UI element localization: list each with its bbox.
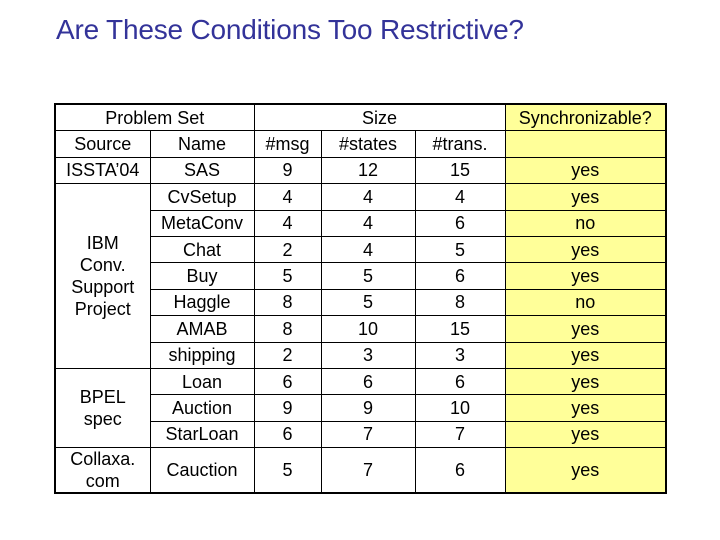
- cell-trans: 8: [414, 288, 506, 317]
- header-trans: #trans.: [414, 130, 506, 158]
- cell-msg: 4: [253, 183, 322, 211]
- header-name: Name: [149, 130, 255, 158]
- cell-synchronizable: yes: [504, 235, 667, 264]
- cell-states: 7: [320, 447, 416, 494]
- source-line: BPEL: [79, 386, 126, 407]
- cell-msg: 8: [253, 315, 322, 343]
- cell-trans: 5: [414, 235, 506, 264]
- cell-states: 6: [320, 367, 416, 396]
- cell-msg: 8: [253, 288, 322, 317]
- cell-name: Loan: [149, 367, 255, 396]
- cell-trans: 6: [414, 447, 506, 494]
- cell-states: 4: [320, 235, 416, 264]
- slide-title: Are These Conditions Too Restrictive?: [56, 14, 524, 45]
- cell-states: 5: [320, 262, 416, 290]
- cell-synchronizable: yes: [504, 367, 667, 396]
- source-line: com: [85, 471, 120, 492]
- header-source: Source: [54, 130, 151, 158]
- results-table: Problem Set Size Synchronizable? Source …: [54, 103, 667, 495]
- cell-trans: 4: [414, 183, 506, 211]
- cell-trans: 6: [414, 262, 506, 290]
- cell-name: shipping: [149, 341, 255, 369]
- cell-trans: 15: [414, 315, 506, 343]
- source-line: Conv.: [79, 255, 126, 276]
- cell-name: CvSetup: [149, 183, 255, 211]
- cell-name: Cauction: [149, 447, 255, 494]
- cell-synchronizable: yes: [504, 315, 667, 343]
- header-msg: #msg: [253, 130, 322, 158]
- cell-states: 9: [320, 394, 416, 422]
- header-problem-set: Problem Set: [54, 103, 255, 132]
- cell-trans: 6: [414, 209, 506, 237]
- cell-synchronizable: yes: [504, 341, 667, 369]
- cell-trans: 3: [414, 341, 506, 369]
- table-row: IBM Conv. Support Project CvSetup 4 4 4 yes: [54, 183, 667, 369]
- cell-source: Collaxa. com: [54, 447, 151, 494]
- source-line: Support: [71, 277, 135, 298]
- source-line: Project: [74, 299, 131, 320]
- cell-states: 10: [320, 315, 416, 343]
- cell-name: MetaConv: [149, 209, 255, 237]
- cell-synchronizable: no: [504, 288, 667, 317]
- cell-source: IBM Conv. Support Project: [54, 183, 151, 369]
- cell-name: AMAB: [149, 315, 255, 343]
- cell-synchronizable: yes: [504, 394, 667, 422]
- cell-name: Auction: [149, 394, 255, 422]
- column-header-row: Source Name #msg #states #trans.: [54, 130, 667, 158]
- header-synchronizable: Synchronizable?: [504, 103, 667, 132]
- cell-synchronizable: yes: [504, 447, 667, 494]
- cell-source: ISSTA’04: [54, 156, 151, 185]
- header-size: Size: [253, 103, 506, 132]
- cell-msg: 9: [253, 394, 322, 422]
- cell-source: BPEL spec: [54, 367, 151, 449]
- header-states: #states: [320, 130, 416, 158]
- results-table-container: Problem Set Size Synchronizable? Source …: [54, 103, 667, 495]
- cell-states: 4: [320, 183, 416, 211]
- cell-name: SAS: [149, 156, 255, 185]
- cell-msg: 4: [253, 209, 322, 237]
- table-row: Collaxa. com Cauction 5 7 6 yes: [54, 447, 667, 494]
- cell-msg: 6: [253, 420, 322, 449]
- cell-trans: 7: [414, 420, 506, 449]
- cell-msg: 2: [253, 341, 322, 369]
- cell-states: 4: [320, 209, 416, 237]
- cell-states: 12: [320, 156, 416, 185]
- cell-msg: 2: [253, 235, 322, 264]
- table-row: ISSTA’04 SAS 9 12 15 yes: [54, 156, 667, 185]
- group-header-row: Problem Set Size Synchronizable?: [54, 103, 667, 132]
- source-line: ISSTA’04: [66, 160, 140, 181]
- source-line: IBM: [86, 233, 119, 254]
- source-line: spec: [83, 408, 122, 429]
- header-sync-blank: [504, 130, 667, 158]
- cell-synchronizable: yes: [504, 183, 667, 211]
- cell-states: 5: [320, 288, 416, 317]
- cell-trans: 6: [414, 367, 506, 396]
- table-row: BPEL spec Loan 6 6 6 yes: [54, 367, 667, 449]
- cell-states: 7: [320, 420, 416, 449]
- source-line: Collaxa.: [70, 449, 136, 470]
- cell-name: StarLoan: [149, 420, 255, 449]
- cell-synchronizable: no: [504, 209, 667, 237]
- cell-msg: 6: [253, 367, 322, 396]
- cell-name: Haggle: [149, 288, 255, 317]
- cell-name: Buy: [149, 262, 255, 290]
- cell-states: 3: [320, 341, 416, 369]
- cell-msg: 9: [253, 156, 322, 185]
- cell-trans: 10: [414, 394, 506, 422]
- cell-trans: 15: [414, 156, 506, 185]
- cell-msg: 5: [253, 262, 322, 290]
- cell-synchronizable: yes: [504, 262, 667, 290]
- cell-msg: 5: [253, 447, 322, 494]
- table-body: ISSTA’04 SAS 9 12 15 yes IBM Conv. Support Projec…: [54, 156, 667, 494]
- cell-synchronizable: yes: [504, 420, 667, 449]
- cell-name: Chat: [149, 235, 255, 264]
- cell-synchronizable: yes: [504, 156, 667, 185]
